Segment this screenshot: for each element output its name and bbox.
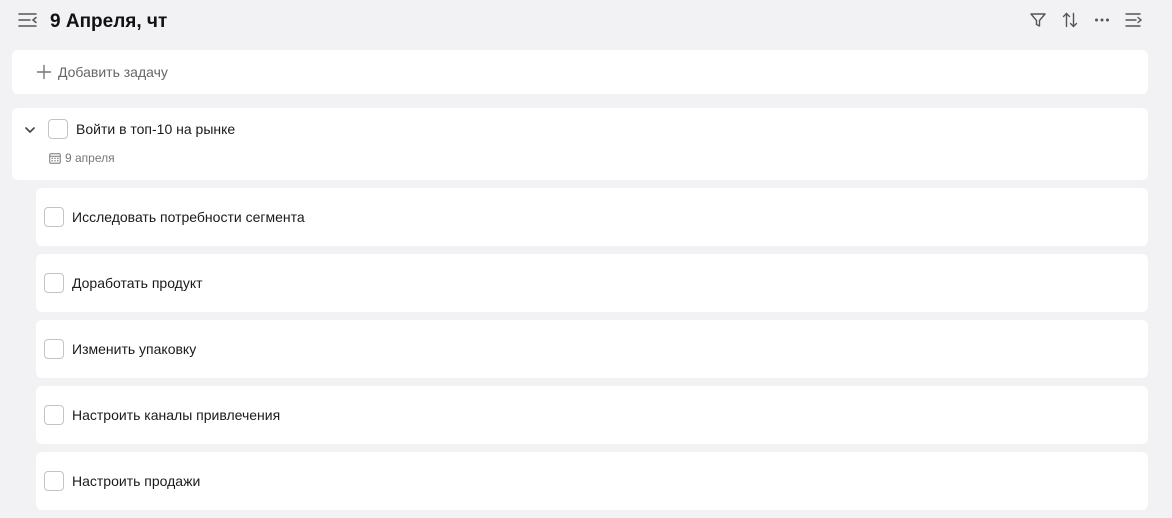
subtask-checkbox[interactable]	[44, 471, 64, 491]
subtask-title[interactable]: Настроить продажи	[72, 473, 200, 489]
subtask-card[interactable]: Доработать продукт	[36, 254, 1148, 312]
subtask-title[interactable]: Изменить упаковку	[72, 341, 196, 357]
chevron-down-icon[interactable]	[22, 122, 38, 138]
more-icon	[1093, 11, 1111, 34]
subtask-card[interactable]: Настроить каналы привлечения	[36, 386, 1148, 444]
subtask-card[interactable]: Исследовать потребности сегмента	[36, 188, 1148, 246]
add-task-placeholder: Добавить задачу	[58, 64, 168, 80]
parent-task-title[interactable]: Войти в топ-10 на рынке	[76, 121, 235, 137]
subtask-card[interactable]: Настроить продажи	[36, 452, 1148, 510]
subtask-card[interactable]: Изменить упаковку	[36, 320, 1148, 378]
plus-icon	[36, 64, 52, 80]
sort-button[interactable]	[1057, 9, 1083, 35]
subtask-title[interactable]: Настроить каналы привлечения	[72, 407, 280, 423]
list-view-button[interactable]	[1121, 9, 1147, 35]
filter-button[interactable]	[1025, 9, 1051, 35]
parent-task-checkbox[interactable]	[48, 119, 68, 139]
subtask-checkbox[interactable]	[44, 273, 64, 293]
add-task-input[interactable]: Добавить задачу	[12, 50, 1148, 94]
parent-task-card[interactable]: Войти в топ-10 на рынке 9 апреля	[12, 108, 1148, 180]
sort-icon	[1061, 11, 1079, 34]
subtask-title[interactable]: Исследовать потребности сегмента	[72, 209, 305, 225]
menu-collapse-icon	[18, 12, 38, 33]
subtask-checkbox[interactable]	[44, 339, 64, 359]
calendar-icon	[49, 152, 61, 164]
page-title: 9 Апреля, чт	[50, 11, 168, 32]
task-date-label: 9 апреля	[65, 151, 115, 165]
subtask-checkbox[interactable]	[44, 207, 64, 227]
header: 9 Апреля, чт	[0, 0, 1172, 44]
list-view-icon	[1125, 12, 1143, 33]
task-date: 9 апреля	[49, 151, 115, 165]
subtask-title[interactable]: Доработать продукт	[72, 275, 203, 291]
subtask-checkbox[interactable]	[44, 405, 64, 425]
more-options-button[interactable]	[1089, 9, 1115, 35]
filter-icon	[1029, 11, 1047, 34]
menu-collapse-button[interactable]	[14, 10, 42, 34]
